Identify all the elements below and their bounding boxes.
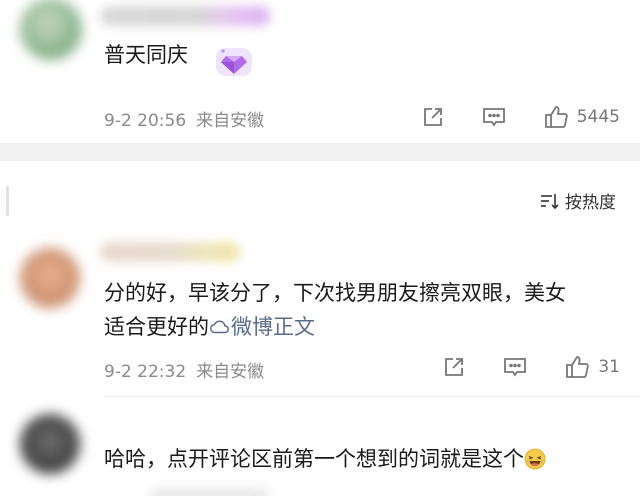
comment-item-1: 普天同庆 9-2 20:56 来自安徽 5445 <box>0 0 640 143</box>
comment-text: 哈哈，点开评论区前第一个想到的词就是这个 <box>104 442 634 476</box>
laughing-emoji-icon <box>524 448 546 470</box>
like-button[interactable]: 31 <box>564 354 620 380</box>
comment-item-2: 分的好，早该分了，下次找男朋友擦亮双眼，美女 适合更好的 微博正文 9-2 22:… <box>0 230 640 390</box>
comment-actions: 31 <box>406 354 620 380</box>
username[interactable] <box>100 242 240 262</box>
weibo-link-text: 微博正文 <box>231 315 315 339</box>
share-icon <box>445 358 464 376</box>
comment-text-line-2: 适合更好的 微博正文 <box>104 310 634 344</box>
share-button[interactable] <box>421 105 445 129</box>
sort-label: 按热度 <box>565 193 616 213</box>
comment-button[interactable] <box>502 355 528 379</box>
avatar[interactable] <box>20 248 80 308</box>
comment-text-body: 哈哈，点开评论区前第一个想到的词就是这个 <box>104 447 524 471</box>
sort-button[interactable]: 按热度 <box>539 188 616 213</box>
comment-meta-obscured <box>150 488 270 496</box>
sort-icon <box>541 193 559 209</box>
location: 来自安徽 <box>196 111 265 131</box>
comment-item-3: 哈哈，点开评论区前第一个想到的词就是这个 <box>0 398 640 496</box>
location: 来自安徽 <box>196 362 265 382</box>
username[interactable] <box>100 6 270 26</box>
weibo-link[interactable]: 微博正文 <box>209 315 315 339</box>
avatar[interactable] <box>20 0 82 60</box>
avatar[interactable] <box>20 414 80 474</box>
like-count: 5445 <box>576 107 620 127</box>
like-button[interactable]: 5445 <box>543 104 620 130</box>
scroll-indicator <box>6 186 9 216</box>
comment-text-prefix: 适合更好的 <box>104 315 209 339</box>
comment-text: 普天同庆 <box>104 43 188 67</box>
comment-actions: 5445 <box>385 104 620 130</box>
weibo-link-icon <box>210 320 229 334</box>
thumb-up-icon <box>566 356 590 378</box>
timestamp: 9-2 20:56 <box>104 111 187 131</box>
comment-meta: 9-2 20:56 来自安徽 <box>104 106 274 131</box>
thumb-up-icon <box>544 106 568 128</box>
comment-text-line-1: 分的好，早该分了，下次找男朋友擦亮双眼，美女 <box>104 281 566 305</box>
comment-meta: 9-2 22:32 来自安徽 <box>104 357 274 382</box>
comment-button[interactable] <box>481 105 507 129</box>
share-icon <box>423 108 442 126</box>
comment-icon <box>482 108 505 127</box>
comment-icon <box>504 358 527 377</box>
diamond-badge-icon <box>216 48 252 76</box>
timestamp: 9-2 22:32 <box>104 362 187 382</box>
comment-text: 分的好，早该分了，下次找男朋友擦亮双眼，美女 适合更好的 微博正文 <box>104 276 634 344</box>
like-count: 31 <box>598 357 620 377</box>
section-divider <box>0 143 640 161</box>
comment-divider <box>104 396 640 397</box>
share-button[interactable] <box>442 355 466 379</box>
